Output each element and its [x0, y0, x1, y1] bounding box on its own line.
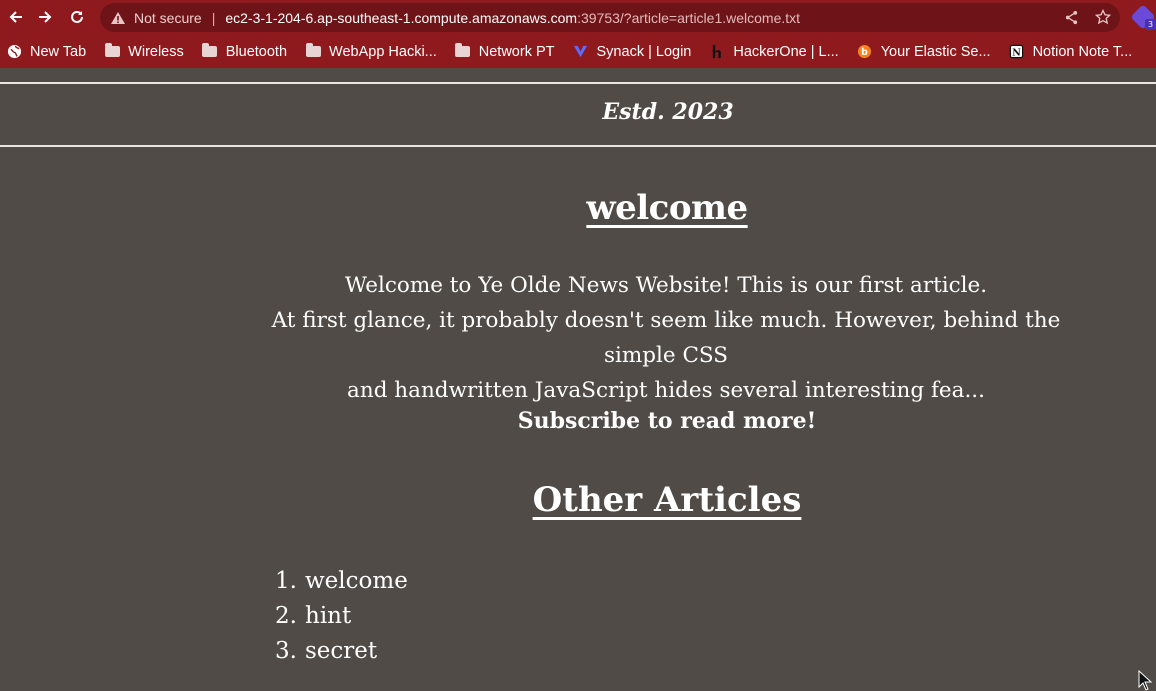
- article-link-secret[interactable]: secret: [305, 634, 377, 669]
- established-label: Estd. 2023: [602, 99, 734, 125]
- svg-text:b: b: [861, 47, 868, 58]
- url-separator: |: [211, 9, 216, 26]
- browser-toolbar: Not secure | ec2-3-1-204-6.ap-southeast-…: [0, 0, 1156, 35]
- list-item: 2. hint: [272, 599, 408, 634]
- bookmark-synack[interactable]: Synack | Login: [573, 43, 692, 60]
- bookmarks-bar: New Tab Wireless Bluetooth WebApp Hacki.…: [0, 35, 1156, 68]
- globe-icon: [6, 44, 22, 60]
- bookmark-folder-network-pt[interactable]: Network PT: [455, 43, 555, 60]
- article-link-hint[interactable]: hint: [305, 599, 351, 634]
- elastic-icon: b: [857, 44, 873, 60]
- hackerone-icon: [709, 44, 725, 60]
- bookmark-label: Wireless: [128, 43, 184, 60]
- address-bar[interactable]: Not secure | ec2-3-1-204-6.ap-southeast-…: [100, 3, 1120, 32]
- bookmark-hackerone[interactable]: HackerOne | L...: [709, 43, 839, 60]
- svg-text:N: N: [1012, 47, 1021, 58]
- folder-icon: [455, 43, 471, 60]
- list-number: 1.: [275, 568, 297, 594]
- back-button[interactable]: [0, 1, 32, 33]
- synack-icon: [573, 44, 589, 60]
- subscribe-message: Subscribe to read more!: [517, 408, 817, 434]
- bookmark-label: WebApp Hacki...: [329, 43, 437, 60]
- bookmark-folder-bluetooth[interactable]: Bluetooth: [202, 43, 288, 60]
- url-path: :39753/?article=article1.welcome.txt: [577, 9, 801, 26]
- article-list: 1. welcome 2. hint 3. secret: [272, 564, 408, 669]
- notion-icon: N: [1009, 44, 1025, 60]
- bookmark-elastic[interactable]: b Your Elastic Se...: [857, 44, 991, 60]
- forward-button[interactable]: [29, 1, 61, 33]
- list-item: 3. secret: [272, 634, 408, 669]
- article-title: welcome: [586, 188, 748, 228]
- article-line: and handwritten JavaScript hides several…: [347, 378, 985, 403]
- folder-icon: [202, 43, 218, 60]
- bookmark-label: Bluetooth: [225, 43, 288, 60]
- bookmark-folder-wireless[interactable]: Wireless: [104, 43, 184, 60]
- warning-icon: [110, 11, 126, 25]
- bookmark-label: Network PT: [478, 43, 555, 60]
- list-number: 2.: [275, 603, 297, 629]
- arrow-left-icon: [9, 11, 22, 23]
- extension-badge: 3: [1145, 19, 1156, 30]
- bookmark-label: New Tab: [30, 43, 87, 60]
- folder-icon: [305, 43, 321, 60]
- bookmark-label: Synack | Login: [596, 43, 692, 60]
- bookmark-star-icon[interactable]: [1094, 8, 1112, 26]
- folder-icon: [104, 43, 120, 60]
- mouse-cursor-icon: [1138, 670, 1152, 691]
- bookmark-label: HackerOne | L...: [733, 43, 839, 60]
- list-number: 3.: [275, 638, 297, 664]
- arrow-right-icon: [39, 11, 52, 23]
- bookmark-label: Notion Note T...: [1032, 43, 1133, 60]
- article-link-welcome[interactable]: welcome: [305, 564, 408, 599]
- list-item: 1. welcome: [272, 564, 408, 599]
- page-content: Estd. 2023 welcome Welcome to Ye Olde Ne…: [0, 68, 1156, 691]
- article-body: Welcome to Ye Olde News Website! This is…: [260, 268, 1072, 408]
- bookmark-label: Your Elastic Se...: [880, 43, 991, 60]
- article-line: At first glance, it probably doesn't see…: [271, 308, 1061, 368]
- url-host: ec2-3-1-204-6.ap-southeast-1.compute.ama…: [225, 9, 578, 26]
- article-line: Welcome to Ye Olde News Website! This is…: [344, 273, 988, 298]
- reload-icon: [71, 10, 83, 23]
- bookmark-new-tab[interactable]: New Tab: [6, 44, 86, 60]
- reload-button[interactable]: [61, 1, 93, 33]
- bookmark-folder-webapp[interactable]: WebApp Hacki...: [305, 43, 437, 60]
- other-articles-heading: Other Articles: [532, 480, 802, 520]
- share-icon[interactable]: [1062, 8, 1080, 26]
- bookmark-notion[interactable]: N Notion Note T...: [1009, 43, 1133, 60]
- security-status[interactable]: Not secure: [134, 10, 202, 26]
